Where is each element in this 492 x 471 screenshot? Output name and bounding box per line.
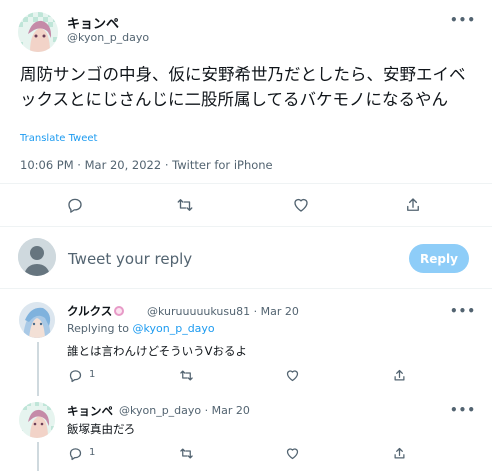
reply-input[interactable]: Tweet your reply [68, 250, 192, 268]
meta-separator: · [204, 404, 209, 417]
thread-connector [37, 342, 39, 396]
like-icon[interactable] [281, 364, 303, 386]
reply-button[interactable]: Reply [409, 244, 469, 273]
reply-author-name[interactable]: クルクス [67, 303, 126, 319]
divider [0, 288, 492, 289]
reply-icon[interactable] [64, 442, 86, 464]
reply-text: 飯塚真由だろ [67, 422, 136, 436]
like-icon[interactable] [281, 442, 303, 464]
retweet-icon[interactable] [175, 364, 197, 386]
tweet-timestamp[interactable]: 10:06 PM · Mar 20, 2022 · Twitter for iP… [20, 158, 273, 172]
reply-author-handle[interactable]: @kuruuuuukusu81 [147, 305, 250, 318]
tweet-text: 周防サンゴの中身、仮に安野希世乃だとしたら、安野エイベックスとにじさんじに二股所… [20, 65, 466, 109]
thread-connector [37, 442, 39, 471]
divider [0, 183, 492, 184]
reply-date[interactable]: Mar 20 [261, 305, 299, 318]
retweet-icon[interactable] [174, 194, 196, 216]
current-user-avatar[interactable] [18, 238, 56, 276]
author-name[interactable]: キョンペ [67, 13, 119, 32]
reply-author-avatar[interactable] [19, 402, 55, 438]
author-handle[interactable]: @kyon_p_dayo [67, 31, 149, 44]
share-icon[interactable] [388, 364, 410, 386]
meta-separator: · [253, 305, 258, 318]
pink-circle-icon [114, 306, 125, 316]
share-icon[interactable] [402, 194, 424, 216]
reply-author-handle[interactable]: @kyon_p_dayo [119, 404, 201, 417]
divider [0, 226, 492, 227]
more-options-icon[interactable]: ••• [450, 304, 475, 318]
reply-text: 誰とは言わんけどそういうVおるよ [67, 344, 248, 358]
reply-icon[interactable] [64, 194, 86, 216]
reply-count: 1 [89, 447, 96, 458]
reply-author-name-text: クルクス [67, 304, 113, 318]
reply-meta: @kyon_p_dayo · Mar 20 [119, 404, 250, 417]
share-icon[interactable] [388, 442, 410, 464]
more-options-icon[interactable]: ••• [450, 403, 475, 417]
reply-date[interactable]: Mar 20 [212, 404, 250, 417]
reply-author-name[interactable]: キョンペ [67, 403, 113, 419]
reply-count: 1 [89, 369, 96, 380]
replying-to: Replying to @kyon_p_dayo [67, 322, 215, 335]
replying-to-prefix: Replying to [67, 322, 130, 335]
like-icon[interactable] [290, 194, 312, 216]
reply-meta: @kuruuuuukusu81 · Mar 20 [147, 305, 299, 318]
reply-author-avatar[interactable] [19, 302, 55, 338]
reply-icon[interactable] [64, 364, 86, 386]
replying-to-mention[interactable]: @kyon_p_dayo [133, 322, 215, 335]
author-avatar[interactable] [18, 12, 58, 52]
retweet-icon[interactable] [175, 442, 197, 464]
translate-tweet-link[interactable]: Translate Tweet [20, 133, 97, 144]
more-options-icon[interactable]: ••• [450, 13, 475, 27]
